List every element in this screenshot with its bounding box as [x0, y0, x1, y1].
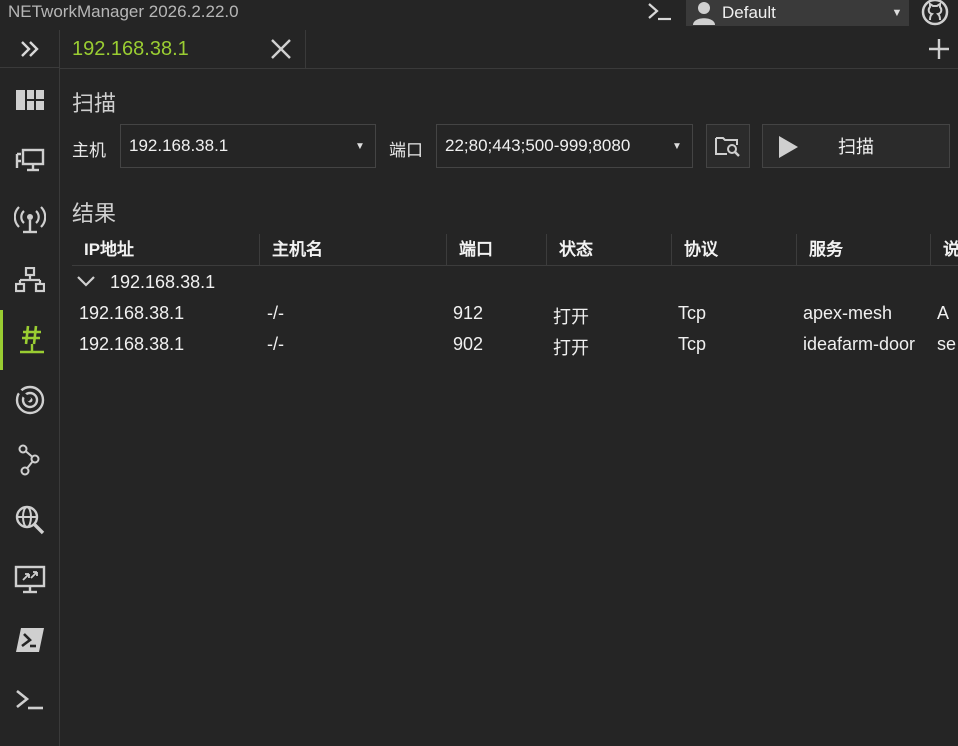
user-icon — [686, 0, 722, 26]
cell-port: 902 — [453, 334, 484, 354]
column-state[interactable]: 状态 — [547, 234, 672, 266]
dns-lookup-icon — [15, 505, 45, 535]
scan-section-title: 扫描 — [72, 91, 117, 116]
wifi-icon — [14, 206, 46, 234]
tab-bar: 192.168.38.1 — [60, 30, 958, 69]
host-combobox[interactable]: 192.168.38.1 ▼ — [120, 124, 376, 168]
table-row[interactable]: 192.168.38.1 -/- 912 打开 Tcp apex-mesh A — [72, 299, 958, 330]
port-combobox[interactable]: 22;80;443;500-999;8080 ▼ — [436, 124, 693, 168]
powershell-icon — [16, 628, 44, 652]
group-header[interactable]: 192.168.38.1 — [72, 266, 958, 299]
cell-description: se — [937, 334, 957, 354]
sidebar-item-ping-monitor[interactable] — [0, 370, 60, 430]
ping-monitor-icon — [15, 385, 45, 415]
chevron-down-icon: ▼ — [891, 7, 903, 19]
sidebar-item-wifi[interactable] — [0, 190, 60, 250]
play-icon — [777, 135, 799, 159]
cell-ip: 192.168.38.1 — [79, 334, 185, 354]
title-bar: NETworkManager 2026.2.22.0 Default ▼ — [0, 0, 958, 26]
cell-hostname: -/- — [267, 303, 284, 323]
scan-button-label: 扫描 — [838, 137, 874, 157]
remote-desktop-icon — [14, 565, 46, 594]
column-description[interactable]: 说 — [931, 234, 958, 266]
port-profiles-button[interactable] — [706, 124, 750, 168]
double-chevron-right-icon — [20, 40, 39, 57]
sidebar-item-remote-desktop[interactable] — [0, 550, 60, 610]
results-section-title: 结果 — [72, 201, 117, 226]
cell-service: ideafarm-door — [803, 334, 916, 354]
column-ip-address[interactable]: IP地址 — [72, 234, 260, 266]
port-value: 22;80;443;500-999;8080 — [445, 136, 631, 155]
dashboard-icon — [16, 90, 44, 110]
plus-icon — [929, 39, 949, 59]
sidebar-item-powershell[interactable] — [0, 610, 60, 670]
network-interface-icon — [15, 148, 45, 172]
terminal-icon[interactable] — [646, 0, 674, 24]
host-label: 主机 — [72, 141, 106, 160]
cell-ip: 192.168.38.1 — [79, 303, 185, 323]
expand-sidebar-button[interactable] — [0, 30, 59, 68]
cell-state: 打开 — [553, 338, 589, 358]
chevron-down-icon: ▼ — [672, 140, 682, 152]
chevron-down-icon: ▼ — [355, 140, 365, 152]
cell-state: 打开 — [553, 307, 589, 327]
cell-protocol: Tcp — [678, 334, 707, 354]
table-header: IP地址 主机名 端口 状态 协议 服务 说 — [72, 234, 958, 266]
host-value: 192.168.38.1 — [129, 136, 229, 155]
tab-host[interactable]: 192.168.38.1 — [60, 30, 306, 69]
sidebar-item-dashboard[interactable] — [0, 70, 60, 130]
add-tab-button[interactable] — [928, 38, 950, 60]
cell-description: A — [937, 303, 950, 323]
cell-service: apex-mesh — [803, 303, 893, 323]
column-protocol[interactable]: 协议 — [672, 234, 797, 266]
port-label: 端口 — [389, 141, 423, 160]
column-service[interactable]: 服务 — [797, 234, 931, 266]
sidebar-item-ip-scanner[interactable] — [0, 250, 60, 310]
app-title: NETworkManager 2026.2.22.0 — [8, 2, 239, 21]
sidebar-item-port-scanner[interactable] — [0, 310, 60, 370]
sidebar — [0, 30, 60, 746]
cell-hostname: -/- — [267, 334, 284, 354]
column-port[interactable]: 端口 — [447, 234, 547, 266]
table-row[interactable]: 192.168.38.1 -/- 902 打开 Tcp ideafarm-doo… — [72, 330, 958, 361]
tab-label: 192.168.38.1 — [72, 38, 189, 60]
sidebar-item-traceroute[interactable] — [0, 430, 60, 490]
group-label: 192.168.38.1 — [110, 272, 216, 292]
sidebar-item-dns-lookup[interactable] — [0, 490, 60, 550]
github-icon[interactable] — [920, 0, 950, 26]
sidebar-item-terminal[interactable] — [0, 670, 60, 730]
port-scanner-icon — [19, 325, 44, 354]
sidebar-item-network-interface[interactable] — [0, 130, 60, 190]
traceroute-icon — [18, 444, 40, 476]
chevron-down-icon[interactable] — [76, 274, 96, 288]
results-table: IP地址 主机名 端口 状态 协议 服务 说 192.168.38.1 192.… — [72, 234, 958, 361]
ip-scanner-icon — [15, 267, 45, 293]
cell-port: 912 — [453, 303, 484, 323]
cell-protocol: Tcp — [678, 303, 707, 323]
close-icon[interactable] — [270, 38, 292, 60]
terminal-icon — [16, 689, 43, 710]
column-hostname[interactable]: 主机名 — [260, 234, 447, 266]
profile-label: Default — [722, 3, 776, 22]
scan-button[interactable]: 扫描 — [762, 124, 950, 168]
profile-dropdown[interactable]: Default ▼ — [686, 0, 909, 26]
folder-search-icon — [715, 137, 740, 157]
